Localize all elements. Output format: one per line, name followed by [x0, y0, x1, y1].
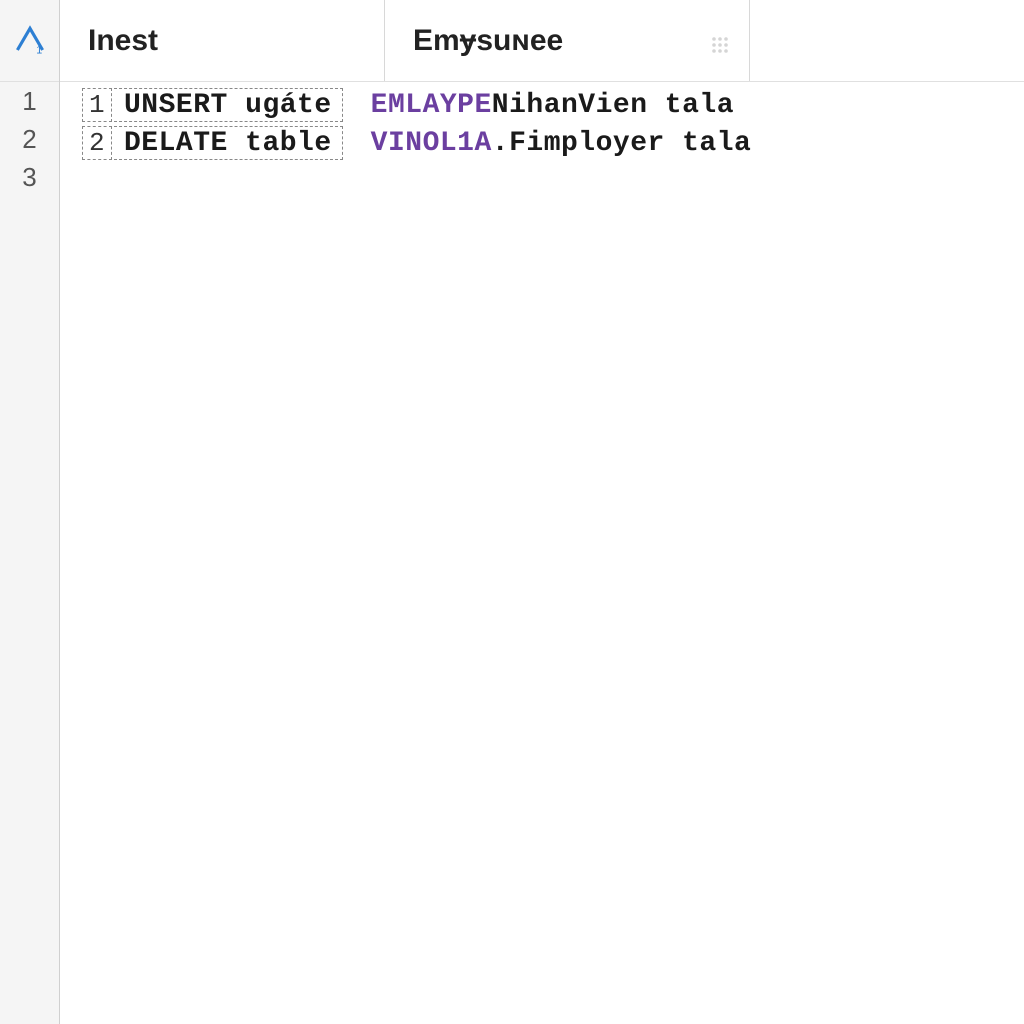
sql-identifier: ugáte: [245, 90, 332, 121]
dot-separator: .: [492, 128, 509, 159]
gutter-line-num: 2: [0, 120, 59, 158]
tab-employee[interactable]: Emɏsuɴee: [385, 0, 750, 81]
sql-type-keyword: EMLAYPE: [371, 90, 492, 121]
grid-icon[interactable]: [709, 30, 731, 52]
tab-label: Inest: [88, 24, 158, 58]
svg-text:1: 1: [36, 44, 42, 56]
statement-box: UNSERT ugáte: [114, 88, 343, 122]
app-logo: 1: [0, 0, 59, 82]
sql-keyword: DELATE: [124, 128, 228, 159]
sql-text: Fimployer tala: [509, 128, 751, 159]
gutter-line-num: 1: [0, 82, 59, 120]
gutter-line-num: 3: [0, 158, 59, 196]
sql-identifier: table: [245, 128, 332, 159]
code-editor[interactable]: 1 UNSERT ugáte EMLAYPE NihanVien tala 2 …: [60, 82, 1024, 162]
statement-box: DELATE table: [114, 126, 343, 160]
tab-inest[interactable]: Inest: [60, 0, 385, 81]
editor-main: Inest Emɏsuɴee 1: [60, 0, 1024, 1024]
code-line[interactable]: 2 DELATE table VINOL1A . Fimployer tala: [82, 124, 1024, 162]
inner-line-num: 1: [82, 88, 112, 122]
tab-header-row: Inest Emɏsuɴee: [60, 0, 1024, 82]
triangle-icon: 1: [12, 23, 48, 59]
code-line[interactable]: 1 UNSERT ugáte EMLAYPE NihanVien tala: [82, 86, 1024, 124]
sql-text: NihanVien tala: [492, 90, 734, 121]
sql-keyword: UNSERT: [124, 90, 228, 121]
tab-label: Emɏsuɴee: [413, 24, 563, 58]
line-gutter: 1 1 2 3: [0, 0, 60, 1024]
sql-type-keyword: VINOL1A: [371, 128, 492, 159]
inner-line-num: 2: [82, 126, 112, 160]
